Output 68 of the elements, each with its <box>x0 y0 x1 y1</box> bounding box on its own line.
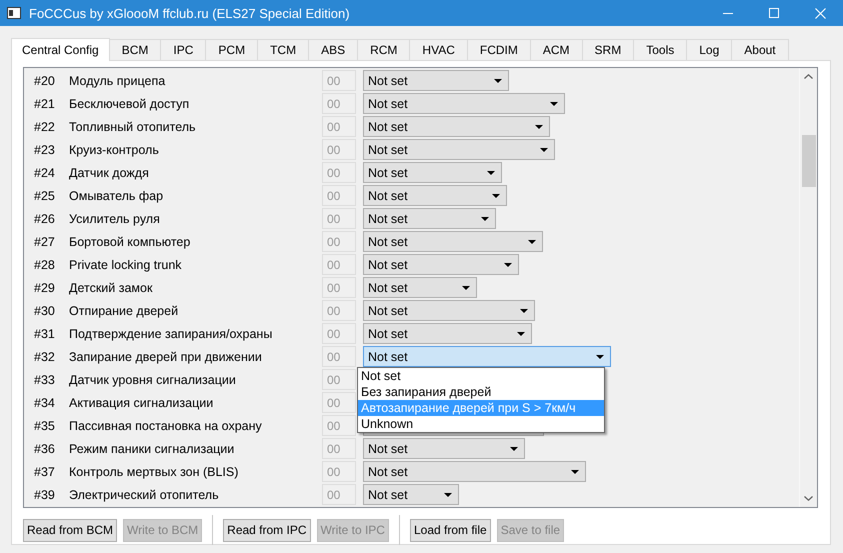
caret-icon <box>510 446 518 450</box>
close-icon[interactable] <box>814 8 826 18</box>
row-number: #32 <box>33 350 56 364</box>
setting-name: Запирание дверей при движении <box>69 350 263 364</box>
caret-icon <box>462 286 470 290</box>
setting-name: Пассивная постановка на охрану <box>69 418 263 432</box>
row-number: #24 <box>33 166 56 180</box>
row-number: #31 <box>33 326 56 340</box>
action-button[interactable]: Read from BCM <box>23 518 118 542</box>
row-number: #28 <box>33 258 56 272</box>
row-number: #36 <box>33 442 56 456</box>
caret-icon <box>487 170 495 174</box>
setting-name: Датчик уровня сигнализации <box>69 372 237 386</box>
caret-icon <box>520 308 528 312</box>
row-number: #30 <box>33 304 56 318</box>
row-number: #22 <box>33 120 56 134</box>
setting-name: Круиз-контроль <box>69 142 160 156</box>
tab[interactable]: Central Config <box>11 38 110 61</box>
window-title: FoCCCus by xGloooM ffclub.ru (ELS27 Special Edition) <box>29 6 351 20</box>
setting-name: Подтверждение запирания/охраны <box>69 326 274 340</box>
setting-name: Электрический отопитель <box>69 488 220 502</box>
setting-name: Модуль прицепа <box>69 74 166 88</box>
row-number: #34 <box>33 396 56 410</box>
row-number: #33 <box>33 372 56 386</box>
row-number: #27 <box>33 234 56 248</box>
caret-icon <box>492 194 500 198</box>
action-button[interactable]: Load from file <box>410 518 491 542</box>
app-icon <box>7 7 21 19</box>
minimize-icon[interactable] <box>723 12 733 14</box>
row-number: #26 <box>33 212 56 226</box>
tab[interactable]: About <box>731 39 789 60</box>
scroll-up-icon[interactable] <box>804 74 813 79</box>
setting-name: Бесключевой доступ <box>69 96 190 110</box>
scroll-down-icon[interactable] <box>804 496 813 501</box>
setting-name: Активация сигнализации <box>69 396 214 410</box>
row-number: #25 <box>33 188 56 202</box>
setting-name: Private locking trunk <box>69 258 183 272</box>
setting-name: Усилитель руля <box>69 212 161 226</box>
caret-icon <box>596 354 604 358</box>
setting-name: Датчик дождя <box>69 166 150 180</box>
row-number: #29 <box>33 280 56 294</box>
maximize-icon[interactable] <box>769 8 779 18</box>
caret-icon <box>540 148 548 152</box>
setting-name: Бортовой компьютер <box>69 234 192 248</box>
caret-icon <box>528 240 536 244</box>
row-number: #21 <box>33 96 56 110</box>
row-number: #35 <box>33 418 56 432</box>
row-number: #39 <box>33 488 56 502</box>
setting-name: Контроль мертвых зон (BLIS) <box>69 464 240 478</box>
caret-icon <box>504 262 512 266</box>
setting-name: Топливный отопитель <box>69 120 197 134</box>
row-number: #20 <box>33 74 56 88</box>
caret-icon <box>571 470 579 474</box>
scroll-thumb[interactable] <box>802 135 816 187</box>
scrollbar[interactable] <box>799 68 817 507</box>
setting-name: Омыватель фар <box>69 188 164 202</box>
row-number: #37 <box>33 464 56 478</box>
setting-name: Отпирание дверей <box>69 304 180 318</box>
caret-icon <box>494 78 502 82</box>
caret-icon <box>444 492 452 496</box>
row-number: #23 <box>33 142 56 156</box>
caret-icon <box>550 102 558 106</box>
caret-icon <box>481 216 489 220</box>
setting-name: Режим паники сигнализации <box>69 442 236 456</box>
caret-icon <box>517 332 525 336</box>
action-button[interactable]: Read from IPC <box>223 518 311 542</box>
setting-name: Детский замок <box>69 280 154 294</box>
caret-icon <box>535 124 543 128</box>
